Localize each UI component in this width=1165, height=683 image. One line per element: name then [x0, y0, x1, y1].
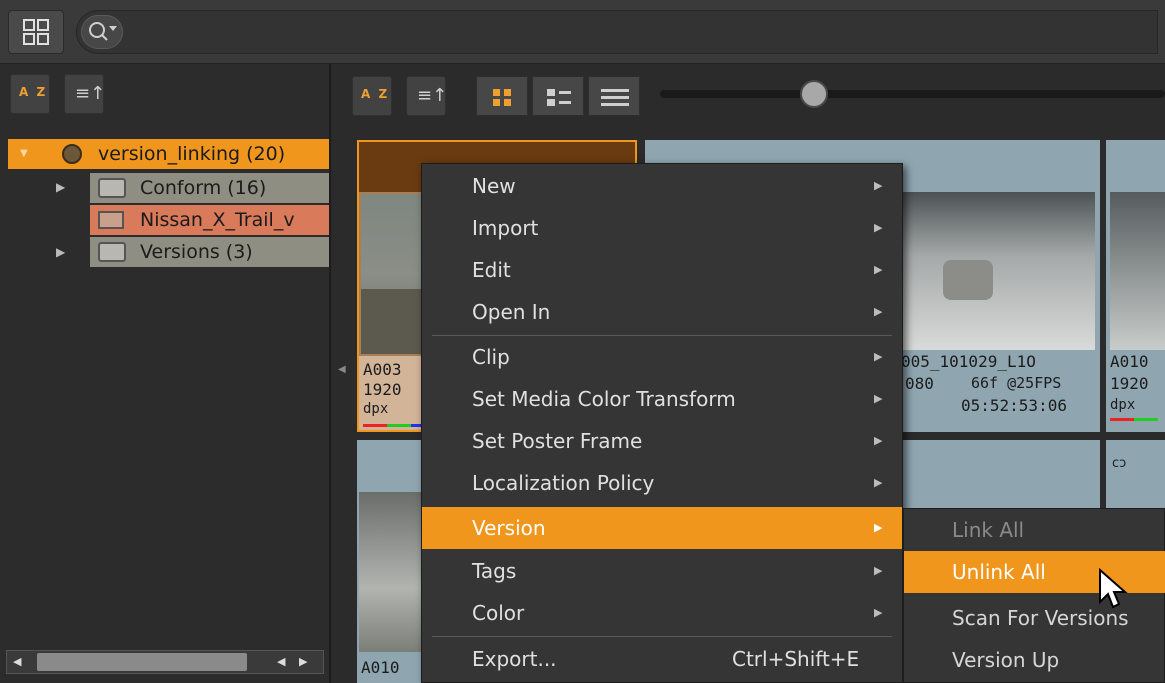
menu-item-tags[interactable]: Tags ▶	[422, 550, 902, 592]
menu-item-set-media-color-transform[interactable]: Set Media Color Transform ▶	[422, 378, 902, 420]
submenu-arrow-icon: ▶	[874, 305, 883, 318]
sort-az-button[interactable]: A Z	[352, 76, 392, 116]
submenu-arrow-icon: ▶	[874, 179, 883, 192]
project-icon	[62, 144, 82, 164]
clip-thumbnail-image	[1110, 192, 1165, 350]
menu-item-export[interactable]: Export... Ctrl+Shift+E	[422, 638, 902, 680]
menu-item-localization-policy[interactable]: Localization Policy ▶	[422, 462, 902, 504]
submenu-arrow-icon: ▶	[874, 476, 883, 489]
scroll-left-icon[interactable]: ◀	[277, 655, 285, 668]
submenu-item-version-up[interactable]: Version Up	[904, 639, 1165, 681]
menu-separator	[432, 636, 892, 637]
scroll-right-icon[interactable]: ▶	[299, 655, 307, 668]
tree-item-versions[interactable]: Versions (3)	[90, 237, 329, 267]
search-bar[interactable]	[76, 10, 1158, 54]
sort-az-button[interactable]: A Z	[10, 74, 50, 114]
zoom-slider-handle[interactable]	[800, 80, 828, 108]
tree-item-conform[interactable]: Conform (16)	[90, 173, 329, 203]
menu-item-version[interactable]: Version ▶	[422, 507, 902, 549]
clip-thumbnail[interactable]: A010	[357, 440, 421, 683]
scroll-left-icon[interactable]: ◀	[13, 655, 21, 668]
clip-thumbnail-image	[359, 492, 421, 652]
submenu-arrow-icon: ▶	[874, 521, 883, 534]
menu-item-import[interactable]: Import ▶	[422, 207, 902, 249]
collapse-panel-icon[interactable]: ◀	[338, 364, 346, 375]
submenu-arrow-icon: ▶	[874, 434, 883, 447]
bin-folder-icon	[98, 178, 126, 198]
collapse-arrow-icon[interactable]: ▼	[20, 139, 28, 169]
bin-folder-icon	[98, 242, 126, 262]
expand-arrow-icon[interactable]: ▶	[56, 180, 65, 194]
submenu-item-link-all[interactable]: Link All	[904, 509, 1165, 551]
context-menu: New ▶ Import ▶ Edit ▶ Open In ▶ Clip ▶ S…	[421, 163, 903, 683]
submenu-arrow-icon: ▶	[874, 263, 883, 276]
horizontal-scrollbar[interactable]: ◀ ◀ ▶	[6, 650, 324, 674]
top-toolbar	[0, 0, 1165, 64]
details-view-icon[interactable]	[532, 76, 584, 116]
submenu-arrow-icon: ▶	[874, 564, 883, 577]
clip-thumbnail-image	[903, 192, 1095, 350]
expand-arrow-icon[interactable]: ▶	[56, 245, 65, 259]
sequence-icon	[98, 211, 124, 229]
submenu-arrow-icon: ▶	[874, 606, 883, 619]
tree-item-version-linking[interactable]: ▼ version_linking (20)	[8, 139, 329, 169]
grid-layout-icon[interactable]	[8, 10, 64, 54]
zoom-slider-track[interactable]	[660, 90, 1165, 98]
search-icon[interactable]	[81, 15, 123, 49]
link-icon: cↄ	[1112, 456, 1127, 471]
clip-thumbnail[interactable]: A010 1920 dpx	[1106, 140, 1165, 432]
submenu-arrow-icon: ▶	[874, 392, 883, 405]
menu-item-new[interactable]: New ▶	[422, 165, 902, 207]
scrollbar-thumb[interactable]	[37, 653, 247, 671]
thumbnail-view-icon[interactable]	[476, 76, 528, 116]
clip-thumbnail[interactable]	[903, 440, 1100, 508]
menu-item-open-in[interactable]: Open In ▶	[422, 291, 902, 333]
submenu-arrow-icon: ▶	[874, 350, 883, 363]
sort-order-icon[interactable]: ≡↑	[64, 74, 105, 114]
mouse-cursor-icon	[1099, 568, 1128, 609]
sort-order-icon[interactable]: ≡↑	[406, 76, 447, 116]
submenu-arrow-icon: ▶	[874, 221, 883, 234]
menu-item-edit[interactable]: Edit ▶	[422, 249, 902, 291]
list-view-icon[interactable]	[588, 76, 640, 116]
menu-item-color[interactable]: Color ▶	[422, 592, 902, 634]
tree-item-nissan-x-trail[interactable]: Nissan_X_Trail_v	[90, 205, 329, 235]
clip-thumbnail[interactable]: cↄ	[1106, 440, 1165, 508]
menu-item-clip[interactable]: Clip ▶	[422, 336, 902, 378]
menu-item-set-poster-frame[interactable]: Set Poster Frame ▶	[422, 420, 902, 462]
